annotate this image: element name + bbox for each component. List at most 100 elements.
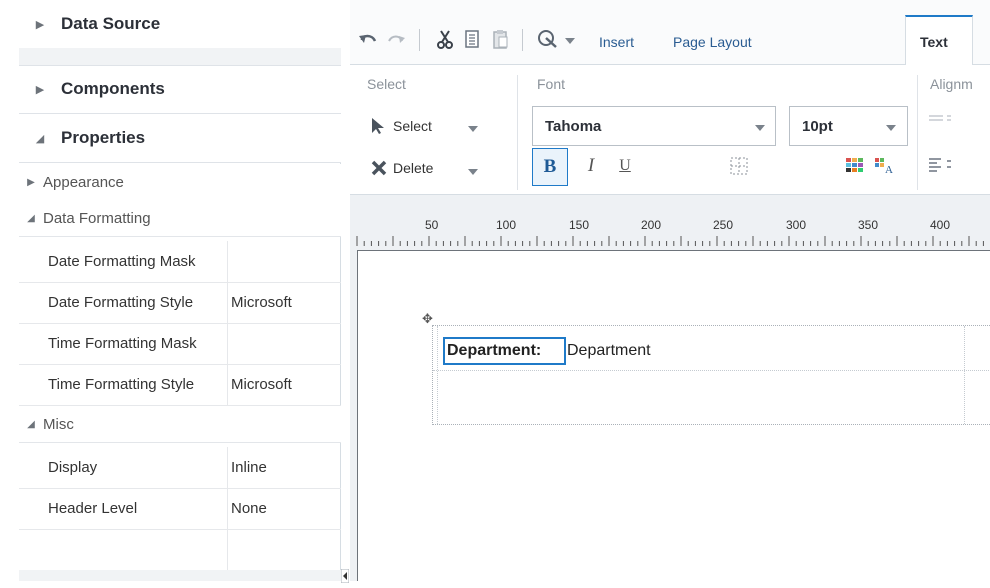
font-color-icon[interactable]: A <box>868 148 902 184</box>
tab-label: Text <box>920 34 948 50</box>
panel-footer <box>19 570 341 581</box>
font-family-select[interactable]: Tahoma <box>532 106 776 146</box>
align-disabled-icon <box>929 112 951 130</box>
ruler-mark: 300 <box>786 218 807 232</box>
font-size-value: 10pt <box>802 117 833 135</box>
delete-dropdown-caret-icon[interactable] <box>468 169 478 175</box>
ruler-mark: 350 <box>858 218 879 232</box>
toolbar-separator <box>522 29 523 51</box>
section-misc[interactable]: ◢ Misc <box>19 406 341 443</box>
department-value-field[interactable]: Department <box>567 337 651 365</box>
font-group-label: Font <box>537 76 566 92</box>
property-name: Display <box>19 447 228 488</box>
ruler-mark: 200 <box>641 218 662 232</box>
property-name: Date Formatting Mask <box>19 241 228 282</box>
bold-button[interactable]: B <box>532 148 568 186</box>
property-row-time-formatting-style[interactable]: Time Formatting Style Microsoft <box>19 364 341 406</box>
collapsed-triangle-icon: ▶ <box>35 83 45 96</box>
accordion-label: Properties <box>61 128 146 147</box>
grid-row-divider <box>433 370 990 371</box>
property-row-header-level[interactable]: Header Level None <box>19 488 341 530</box>
alignment-group-label: Alignm <box>930 76 973 92</box>
property-name <box>19 529 228 570</box>
property-row-date-formatting-mask[interactable]: Date Formatting Mask <box>19 241 341 283</box>
accordion-properties[interactable]: ◢ Properties <box>19 114 341 163</box>
property-row-empty <box>19 529 341 571</box>
grid-column-divider <box>964 326 965 424</box>
expanded-triangle-icon: ◢ <box>27 212 35 224</box>
preview-icon[interactable] <box>537 28 559 50</box>
property-row-date-formatting-style[interactable]: Date Formatting Style Microsoft <box>19 282 341 324</box>
pointer-icon <box>372 118 384 134</box>
department-label-text: Department: <box>447 342 542 359</box>
department-label-field[interactable]: Department: <box>443 337 566 365</box>
select-group-label: Select <box>367 76 406 92</box>
align-left-icon[interactable] <box>929 157 951 178</box>
accordion-gap <box>19 48 341 66</box>
cut-icon[interactable] <box>434 28 456 50</box>
bold-label: B <box>543 156 557 177</box>
ruler-mark: 400 <box>930 218 951 232</box>
property-name: Date Formatting Style <box>19 282 228 323</box>
preview-dropdown-caret-icon[interactable] <box>565 38 575 44</box>
property-value[interactable]: Inline <box>228 459 267 476</box>
copy-icon[interactable] <box>462 28 484 50</box>
ribbon-separator <box>517 75 518 190</box>
department-value-text: Department <box>567 342 651 359</box>
ruler-mark: 150 <box>569 218 590 232</box>
property-value[interactable]: Microsoft <box>228 376 292 393</box>
section-appearance[interactable]: ▶ Appearance <box>19 164 341 201</box>
select-dropdown-caret-icon[interactable] <box>468 126 478 132</box>
collapsed-triangle-icon: ▶ <box>35 18 45 31</box>
select-button-label: Select <box>393 118 432 134</box>
tab-text[interactable]: Text <box>905 15 973 68</box>
accordion-label: Components <box>61 79 165 98</box>
property-name: Time Formatting Style <box>19 364 228 405</box>
ribbon-separator <box>917 75 918 190</box>
svg-text:A: A <box>885 164 893 174</box>
chevron-down-icon <box>886 125 896 131</box>
section-data-formatting[interactable]: ◢ Data Formatting <box>19 200 341 237</box>
expanded-triangle-icon: ◢ <box>27 418 35 430</box>
undo-icon[interactable] <box>357 28 379 50</box>
ruler-mark: 50 <box>425 218 439 232</box>
italic-button[interactable]: I <box>574 148 608 184</box>
property-row-time-formatting-mask[interactable]: Time Formatting Mask <box>19 323 341 365</box>
ruler-mark: 250 <box>713 218 734 232</box>
accordion-label: Data Source <box>61 14 161 33</box>
delete-button[interactable]: Delete <box>370 159 433 177</box>
property-value[interactable]: None <box>228 500 267 517</box>
underline-label: U <box>619 157 631 174</box>
section-label: Data Formatting <box>43 209 151 227</box>
left-panel: ▶ Data Source ▶ Components ◢ Properties … <box>19 0 341 581</box>
expanded-triangle-icon: ◢ <box>35 132 45 145</box>
section-label: Appearance <box>43 173 124 191</box>
property-value[interactable]: Microsoft <box>228 294 292 311</box>
accordion-components[interactable]: ▶ Components <box>19 65 341 114</box>
font-family-value: Tahoma <box>545 117 602 135</box>
redo-icon[interactable] <box>385 28 407 50</box>
select-button[interactable]: Select <box>370 117 432 135</box>
chevron-down-icon <box>755 125 765 131</box>
accordion-data-source[interactable]: ▶ Data Source <box>19 0 341 49</box>
ruler-mark: 100 <box>496 218 517 232</box>
underline-button[interactable]: U <box>608 148 642 184</box>
tab-insert[interactable]: Insert <box>599 34 634 50</box>
canvas-gutter <box>350 250 357 581</box>
collapsed-triangle-icon: ▶ <box>27 176 35 188</box>
section-label: Misc <box>43 415 74 433</box>
grid-column-divider <box>437 326 438 424</box>
toolbar-separator <box>419 29 420 51</box>
property-name: Time Formatting Mask <box>19 323 228 364</box>
property-name: Header Level <box>19 488 228 529</box>
delete-x-icon <box>371 160 387 176</box>
font-size-select[interactable]: 10pt <box>789 106 908 146</box>
ruler <box>356 236 984 246</box>
property-row-display[interactable]: Display Inline <box>19 447 341 489</box>
border-icon[interactable] <box>722 148 756 184</box>
italic-label: I <box>587 155 595 176</box>
delete-button-label: Delete <box>393 160 434 176</box>
paste-icon[interactable] <box>490 28 512 50</box>
background-color-icon[interactable] <box>838 148 872 184</box>
tab-page-layout[interactable]: Page Layout <box>673 34 752 50</box>
